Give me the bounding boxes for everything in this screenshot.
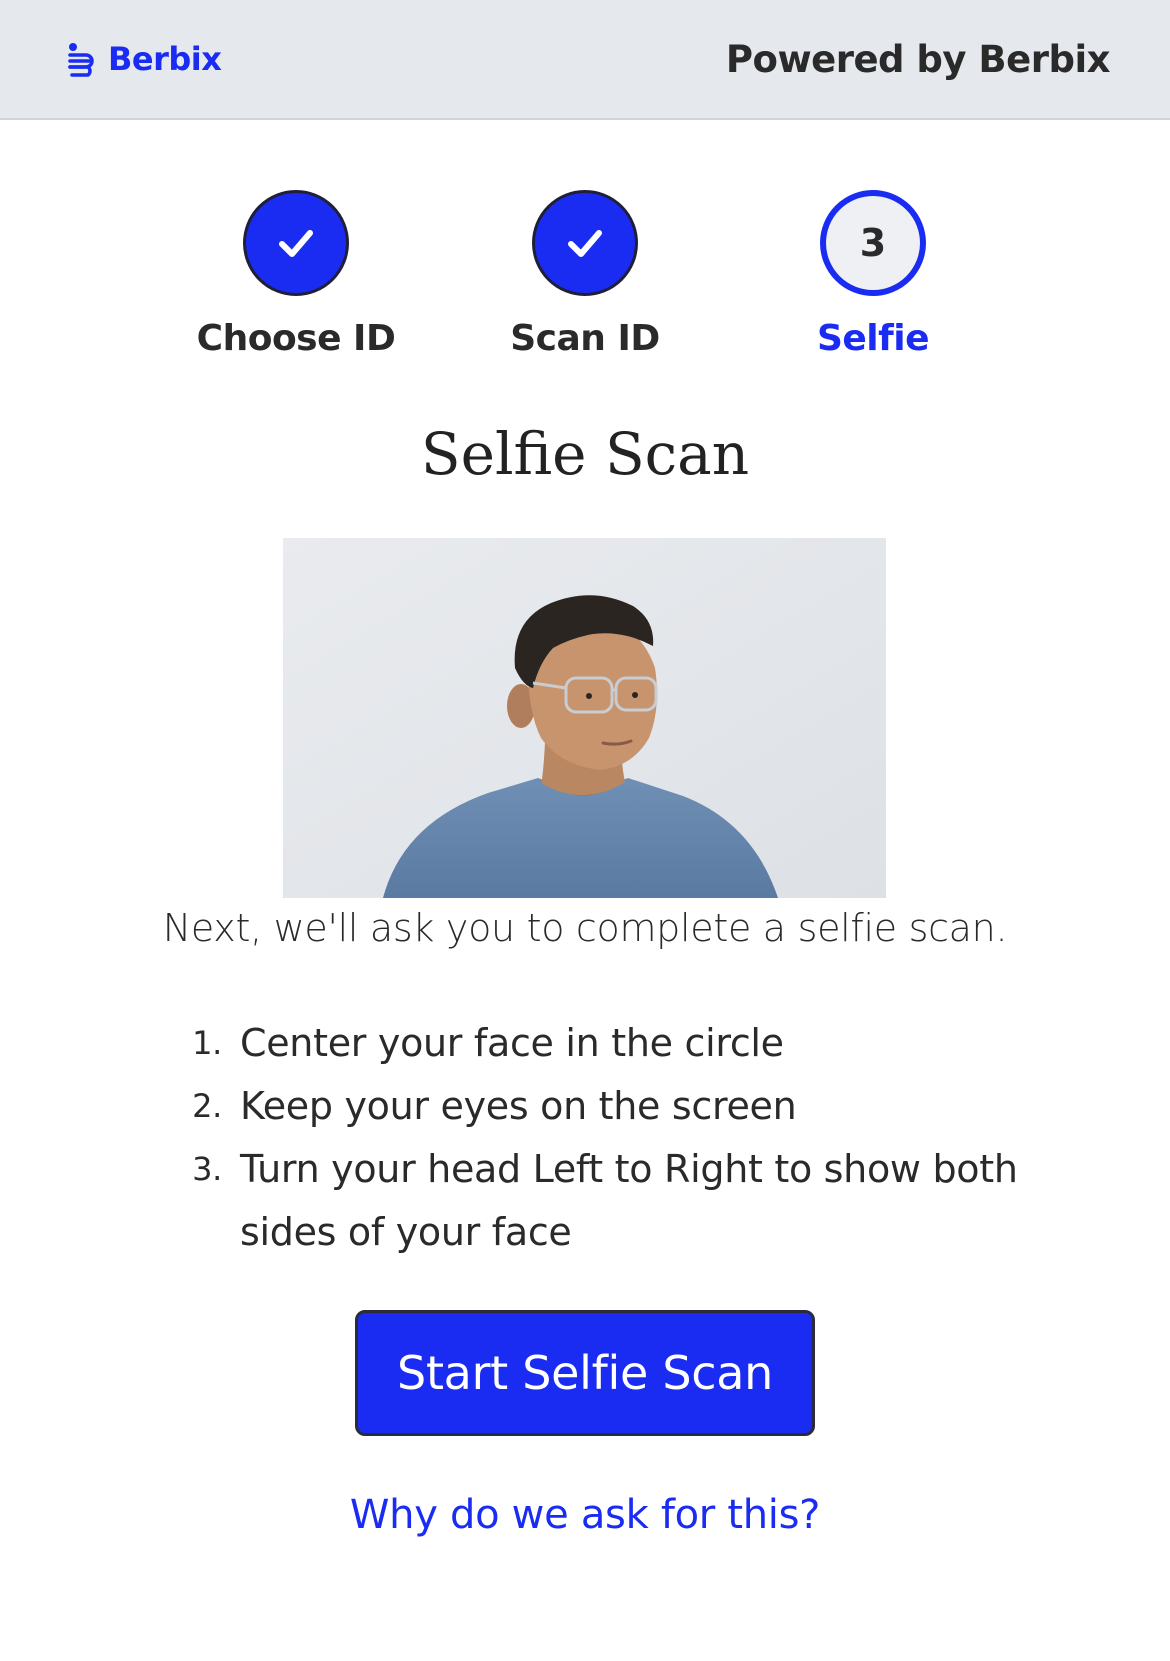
list-item-text: Turn your head Left to Right to show bot… — [240, 1147, 1018, 1254]
instructions-list: 1. Center your face in the circle 2. Kee… — [180, 1012, 1080, 1264]
step-current-indicator: 3 — [820, 190, 926, 296]
list-item-number: 3. — [192, 1150, 222, 1188]
brand-logo[interactable]: Berbix — [64, 40, 222, 78]
list-item: 1. Center your face in the circle — [180, 1012, 1080, 1075]
selfie-example-image — [283, 538, 886, 898]
step-label: Scan ID — [510, 318, 660, 359]
step-number: 3 — [859, 221, 887, 265]
checkmark-icon — [568, 230, 602, 257]
intro-text: Next, we'll ask you to complete a selfie… — [162, 906, 1008, 950]
start-selfie-scan-button[interactable]: Start Selfie Scan — [355, 1310, 815, 1436]
checkmark-icon — [279, 230, 313, 257]
progress-stepper: Choose ID Scan ID 3 Selfie — [0, 190, 1170, 370]
step-choose-id: Choose ID — [166, 190, 426, 359]
list-item-text: Center your face in the circle — [240, 1021, 784, 1065]
top-header: Berbix Powered by Berbix — [0, 0, 1170, 120]
step-complete-indicator — [532, 190, 638, 296]
page-title: Selfie Scan — [420, 420, 750, 488]
step-scan-id: Scan ID — [455, 190, 715, 359]
list-item: 2. Keep your eyes on the screen — [180, 1075, 1080, 1138]
powered-by-text: Powered by Berbix — [725, 37, 1111, 81]
why-do-we-ask-link[interactable]: Why do we ask for this? — [0, 1492, 1170, 1538]
brand-name: Berbix — [108, 40, 222, 78]
step-label: Choose ID — [196, 318, 396, 359]
step-complete-indicator — [243, 190, 349, 296]
list-item-text: Keep your eyes on the screen — [240, 1084, 797, 1128]
step-label: Selfie — [816, 318, 930, 359]
list-item: 3. Turn your head Left to Right to show … — [180, 1138, 1080, 1264]
list-item-number: 2. — [192, 1087, 222, 1125]
step-selfie: 3 Selfie — [743, 190, 1003, 359]
berbix-logo-icon — [68, 43, 94, 77]
list-item-number: 1. — [192, 1024, 222, 1062]
